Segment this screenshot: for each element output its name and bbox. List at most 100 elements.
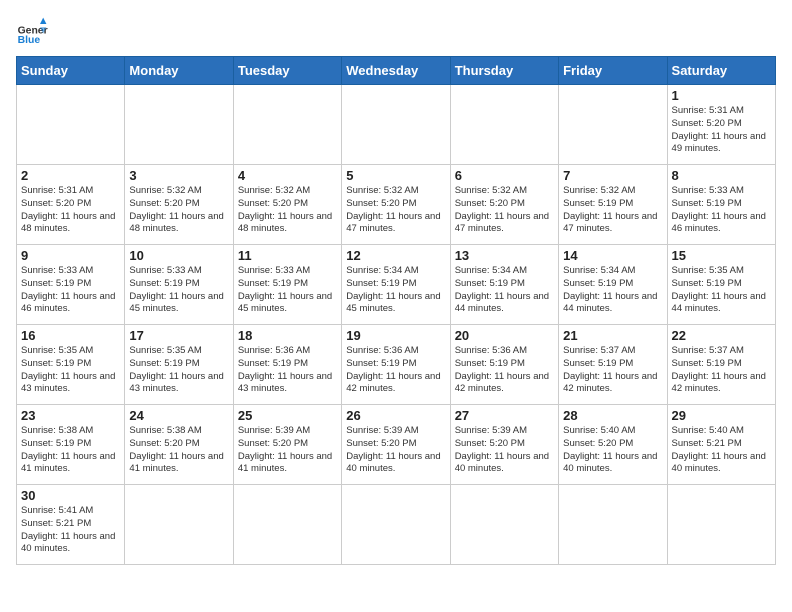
day-number: 10 [129, 248, 228, 263]
day-info: Sunrise: 5:36 AMSunset: 5:19 PMDaylight:… [238, 345, 337, 396]
day-header-wednesday: Wednesday [342, 57, 450, 85]
day-cell: 14Sunrise: 5:34 AMSunset: 5:19 PMDayligh… [559, 245, 667, 325]
calendar-table: SundayMondayTuesdayWednesdayThursdayFrid… [16, 56, 776, 565]
day-cell: 24 Sunrise: 5:38 AMSunset: 5:20 PMDayligh… [125, 405, 233, 485]
week-row-1: 1 Sunrise: 5:31 AMSunset: 5:20 PMDaylight… [17, 85, 776, 165]
day-cell: 7Sunrise: 5:32 AMSunset: 5:19 PMDaylight… [559, 165, 667, 245]
day-cell: 12 Sunrise: 5:34 AMSunset: 5:19 PMDayligh… [342, 245, 450, 325]
day-cell: 11Sunrise: 5:33 AMSunset: 5:19 PMDayligh… [233, 245, 341, 325]
day-header-sunday: Sunday [17, 57, 125, 85]
day-number: 29 [672, 408, 771, 423]
day-cell: 27 Sunrise: 5:39 AMSunset: 5:20 PMDayligh… [450, 405, 558, 485]
day-number: 8 [672, 168, 771, 183]
day-number: 2 [21, 168, 120, 183]
day-cell [667, 485, 775, 565]
logo: General Blue [16, 16, 48, 48]
day-info: Sunrise: 5:37 AMSunset: 5:19 PMDaylight:… [563, 345, 662, 396]
day-info: Sunrise: 5:33 AMSunset: 5:19 PMDaylight:… [672, 185, 771, 236]
day-cell [450, 85, 558, 165]
day-number: 5 [346, 168, 445, 183]
svg-text:Blue: Blue [18, 35, 41, 46]
day-info: Sunrise: 5:31 AMSunset: 5:20 PMDaylight:… [21, 185, 120, 236]
day-cell: 23Sunrise: 5:38 AMSunset: 5:19 PMDayligh… [17, 405, 125, 485]
logo-icon: General Blue [16, 16, 48, 48]
day-cell: 19Sunrise: 5:36 AMSunset: 5:19 PMDayligh… [342, 325, 450, 405]
day-info: Sunrise: 5:40 AMSunset: 5:21 PMDaylight:… [672, 425, 771, 476]
day-number: 28 [563, 408, 662, 423]
day-number: 24 [129, 408, 228, 423]
day-cell [17, 85, 125, 165]
day-number: 17 [129, 328, 228, 343]
day-info: Sunrise: 5:32 AMSunset: 5:19 PMDaylight:… [563, 185, 662, 236]
day-cell: 2 Sunrise: 5:31 AMSunset: 5:20 PMDaylight… [17, 165, 125, 245]
day-cell [342, 485, 450, 565]
day-number: 6 [455, 168, 554, 183]
day-cell: 15 Sunrise: 5:35 AMSunset: 5:19 PMDayligh… [667, 245, 775, 325]
day-info: Sunrise: 5:32 AMSunset: 5:20 PMDaylight:… [346, 185, 445, 236]
day-info: Sunrise: 5:31 AMSunset: 5:20 PMDaylight:… [672, 105, 771, 156]
day-number: 20 [455, 328, 554, 343]
day-info: Sunrise: 5:32 AMSunset: 5:20 PMDaylight:… [129, 185, 228, 236]
day-cell: 22Sunrise: 5:37 AMSunset: 5:19 PMDayligh… [667, 325, 775, 405]
day-info: Sunrise: 5:34 AMSunset: 5:19 PMDaylight:… [455, 265, 554, 316]
day-info: Sunrise: 5:32 AMSunset: 5:20 PMDaylight:… [238, 185, 337, 236]
day-cell: 6 Sunrise: 5:32 AMSunset: 5:20 PMDaylight… [450, 165, 558, 245]
day-info: Sunrise: 5:39 AMSunset: 5:20 PMDaylight:… [455, 425, 554, 476]
day-number: 9 [21, 248, 120, 263]
day-number: 13 [455, 248, 554, 263]
day-number: 4 [238, 168, 337, 183]
day-number: 25 [238, 408, 337, 423]
day-cell [233, 485, 341, 565]
header-row: SundayMondayTuesdayWednesdayThursdayFrid… [17, 57, 776, 85]
day-number: 15 [672, 248, 771, 263]
day-cell: 1 Sunrise: 5:31 AMSunset: 5:20 PMDaylight… [667, 85, 775, 165]
day-info: Sunrise: 5:37 AMSunset: 5:19 PMDaylight:… [672, 345, 771, 396]
day-info: Sunrise: 5:35 AMSunset: 5:19 PMDaylight:… [129, 345, 228, 396]
day-cell: 4 Sunrise: 5:32 AMSunset: 5:20 PMDaylight… [233, 165, 341, 245]
day-info: Sunrise: 5:36 AMSunset: 5:19 PMDaylight:… [346, 345, 445, 396]
week-row-2: 2 Sunrise: 5:31 AMSunset: 5:20 PMDaylight… [17, 165, 776, 245]
day-cell [450, 485, 558, 565]
day-cell: 29 Sunrise: 5:40 AMSunset: 5:21 PMDayligh… [667, 405, 775, 485]
day-info: Sunrise: 5:40 AMSunset: 5:20 PMDaylight:… [563, 425, 662, 476]
day-number: 1 [672, 88, 771, 103]
day-info: Sunrise: 5:36 AMSunset: 5:19 PMDaylight:… [455, 345, 554, 396]
day-info: Sunrise: 5:38 AMSunset: 5:20 PMDaylight:… [129, 425, 228, 476]
day-cell: 18Sunrise: 5:36 AMSunset: 5:19 PMDayligh… [233, 325, 341, 405]
day-header-tuesday: Tuesday [233, 57, 341, 85]
day-number: 3 [129, 168, 228, 183]
day-cell [125, 85, 233, 165]
day-cell: 30 Sunrise: 5:41 AMSunset: 5:21 PMDayligh… [17, 485, 125, 565]
day-info: Sunrise: 5:33 AMSunset: 5:19 PMDaylight:… [238, 265, 337, 316]
day-info: Sunrise: 5:39 AMSunset: 5:20 PMDaylight:… [346, 425, 445, 476]
day-cell: 3 Sunrise: 5:32 AMSunset: 5:20 PMDaylight… [125, 165, 233, 245]
week-row-5: 23Sunrise: 5:38 AMSunset: 5:19 PMDayligh… [17, 405, 776, 485]
day-info: Sunrise: 5:32 AMSunset: 5:20 PMDaylight:… [455, 185, 554, 236]
day-cell: 9 Sunrise: 5:33 AMSunset: 5:19 PMDaylight… [17, 245, 125, 325]
day-info: Sunrise: 5:35 AMSunset: 5:19 PMDaylight:… [21, 345, 120, 396]
day-cell [125, 485, 233, 565]
week-row-6: 30 Sunrise: 5:41 AMSunset: 5:21 PMDayligh… [17, 485, 776, 565]
day-info: Sunrise: 5:34 AMSunset: 5:19 PMDaylight:… [346, 265, 445, 316]
day-info: Sunrise: 5:35 AMSunset: 5:19 PMDaylight:… [672, 265, 771, 316]
day-number: 16 [21, 328, 120, 343]
header: General Blue [16, 16, 776, 48]
day-number: 30 [21, 488, 120, 503]
day-header-saturday: Saturday [667, 57, 775, 85]
day-cell: 17 Sunrise: 5:35 AMSunset: 5:19 PMDayligh… [125, 325, 233, 405]
day-cell: 13 Sunrise: 5:34 AMSunset: 5:19 PMDayligh… [450, 245, 558, 325]
day-cell: 8 Sunrise: 5:33 AMSunset: 5:19 PMDaylight… [667, 165, 775, 245]
day-header-thursday: Thursday [450, 57, 558, 85]
day-info: Sunrise: 5:39 AMSunset: 5:20 PMDaylight:… [238, 425, 337, 476]
day-cell: 21Sunrise: 5:37 AMSunset: 5:19 PMDayligh… [559, 325, 667, 405]
day-number: 26 [346, 408, 445, 423]
day-cell: 5 Sunrise: 5:32 AMSunset: 5:20 PMDaylight… [342, 165, 450, 245]
day-info: Sunrise: 5:33 AMSunset: 5:19 PMDaylight:… [21, 265, 120, 316]
day-header-monday: Monday [125, 57, 233, 85]
day-cell [559, 485, 667, 565]
day-cell [342, 85, 450, 165]
day-number: 12 [346, 248, 445, 263]
day-cell: 20 Sunrise: 5:36 AMSunset: 5:19 PMDayligh… [450, 325, 558, 405]
day-number: 27 [455, 408, 554, 423]
day-info: Sunrise: 5:41 AMSunset: 5:21 PMDaylight:… [21, 505, 120, 556]
